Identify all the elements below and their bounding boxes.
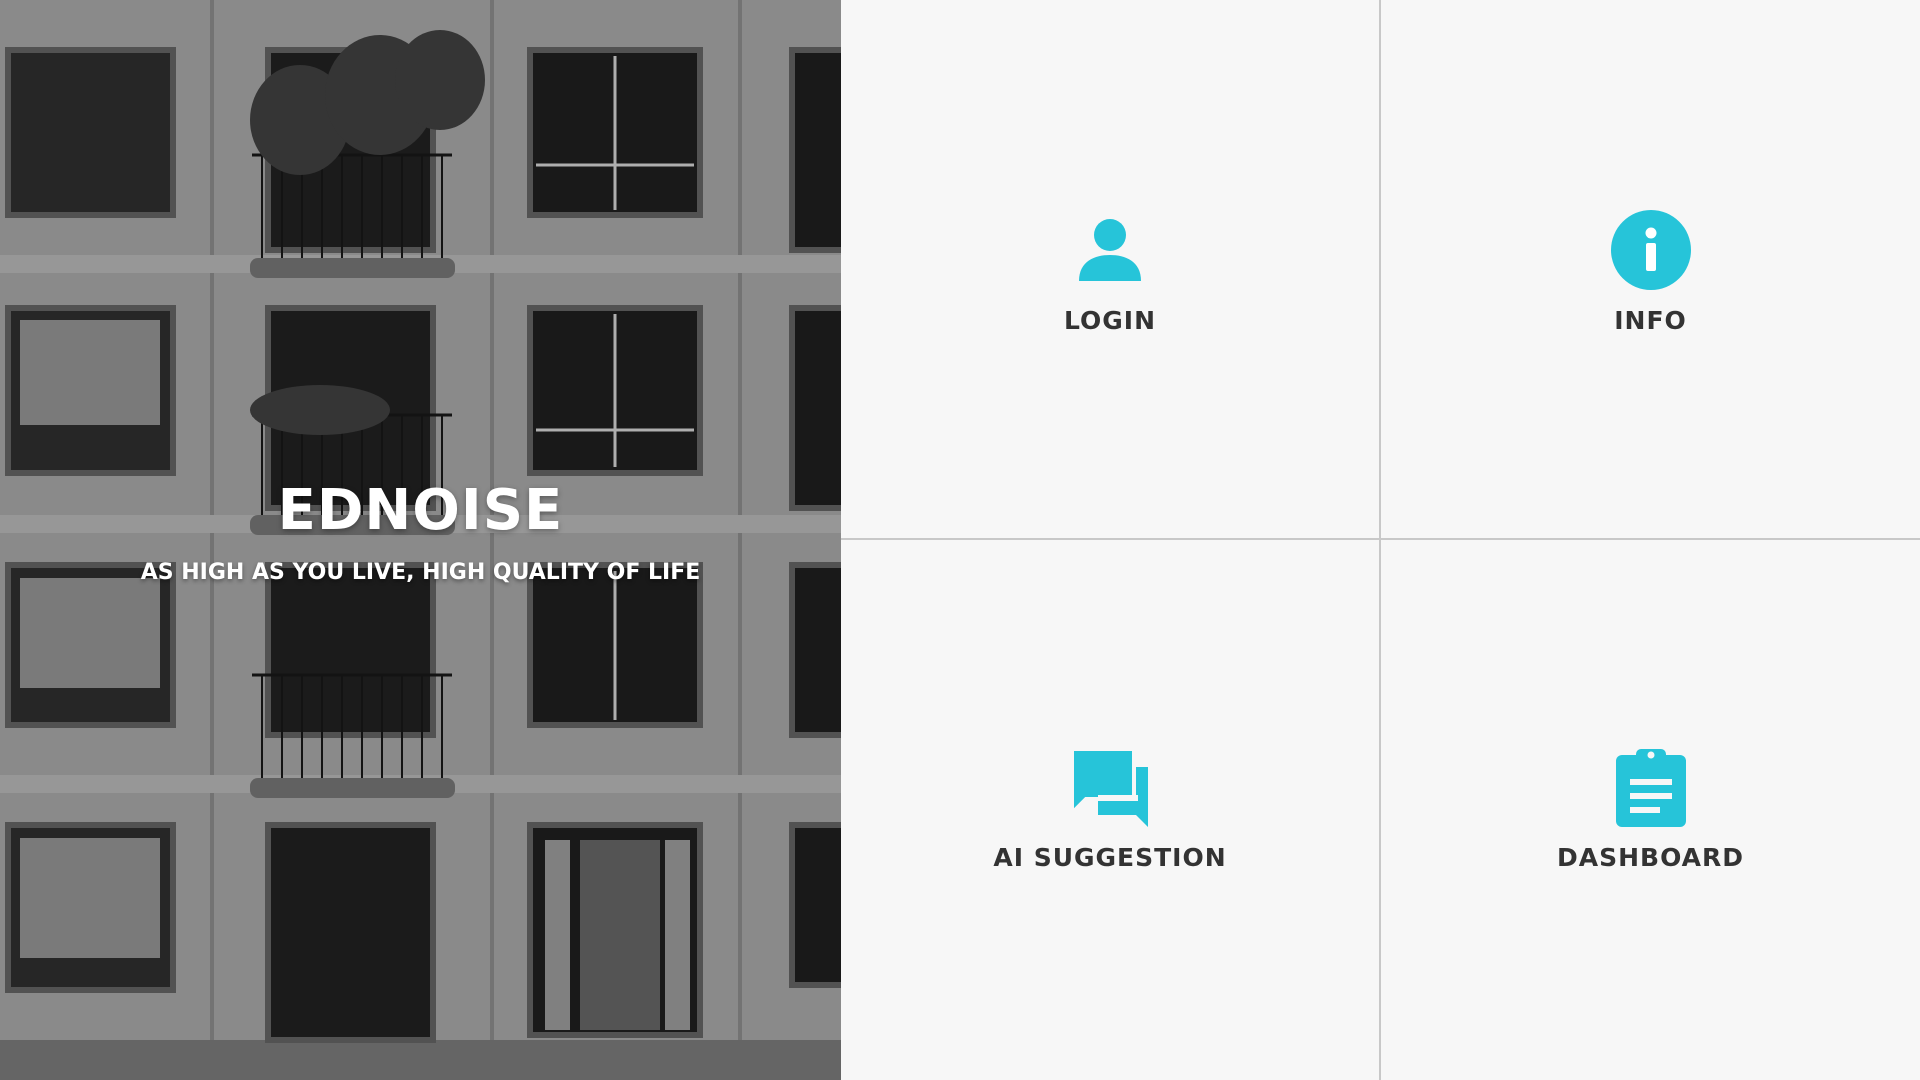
info-icon (1609, 208, 1693, 292)
info-tile-content: INFO (1381, 208, 1920, 335)
info-label: INFO (1614, 306, 1687, 335)
chat-bubbles-icon (1068, 745, 1152, 829)
login-label: LOGIN (1063, 306, 1157, 335)
landing-page: EDNOISE AS HIGH AS YOU LIVE, HIGH QUALIT… (0, 0, 1920, 1080)
info-tile[interactable]: INFO (1381, 0, 1920, 540)
navigation-tiles: LOGIN INFO AI SUGGESTION DASHBOARD (841, 0, 1920, 1080)
ai-suggestion-tile-content: AI SUGGESTION (841, 745, 1379, 872)
app-title: EDNOISE (277, 478, 564, 543)
app-tagline: AS HIGH AS YOU LIVE, HIGH QUALITY OF LIF… (140, 560, 701, 585)
clipboard-icon (1609, 745, 1693, 829)
dashboard-label: DASHBOARD (1556, 843, 1744, 872)
ai-suggestion-tile[interactable]: AI SUGGESTION (841, 540, 1381, 1080)
login-tile[interactable]: LOGIN (841, 0, 1381, 540)
hero-panel: EDNOISE AS HIGH AS YOU LIVE, HIGH QUALIT… (0, 0, 841, 1080)
ai-suggestion-label: AI SUGGESTION (993, 843, 1227, 872)
person-icon (1068, 208, 1152, 292)
dashboard-tile-content: DASHBOARD (1381, 745, 1920, 872)
login-tile-content: LOGIN (841, 208, 1379, 335)
dashboard-tile[interactable]: DASHBOARD (1381, 540, 1920, 1080)
